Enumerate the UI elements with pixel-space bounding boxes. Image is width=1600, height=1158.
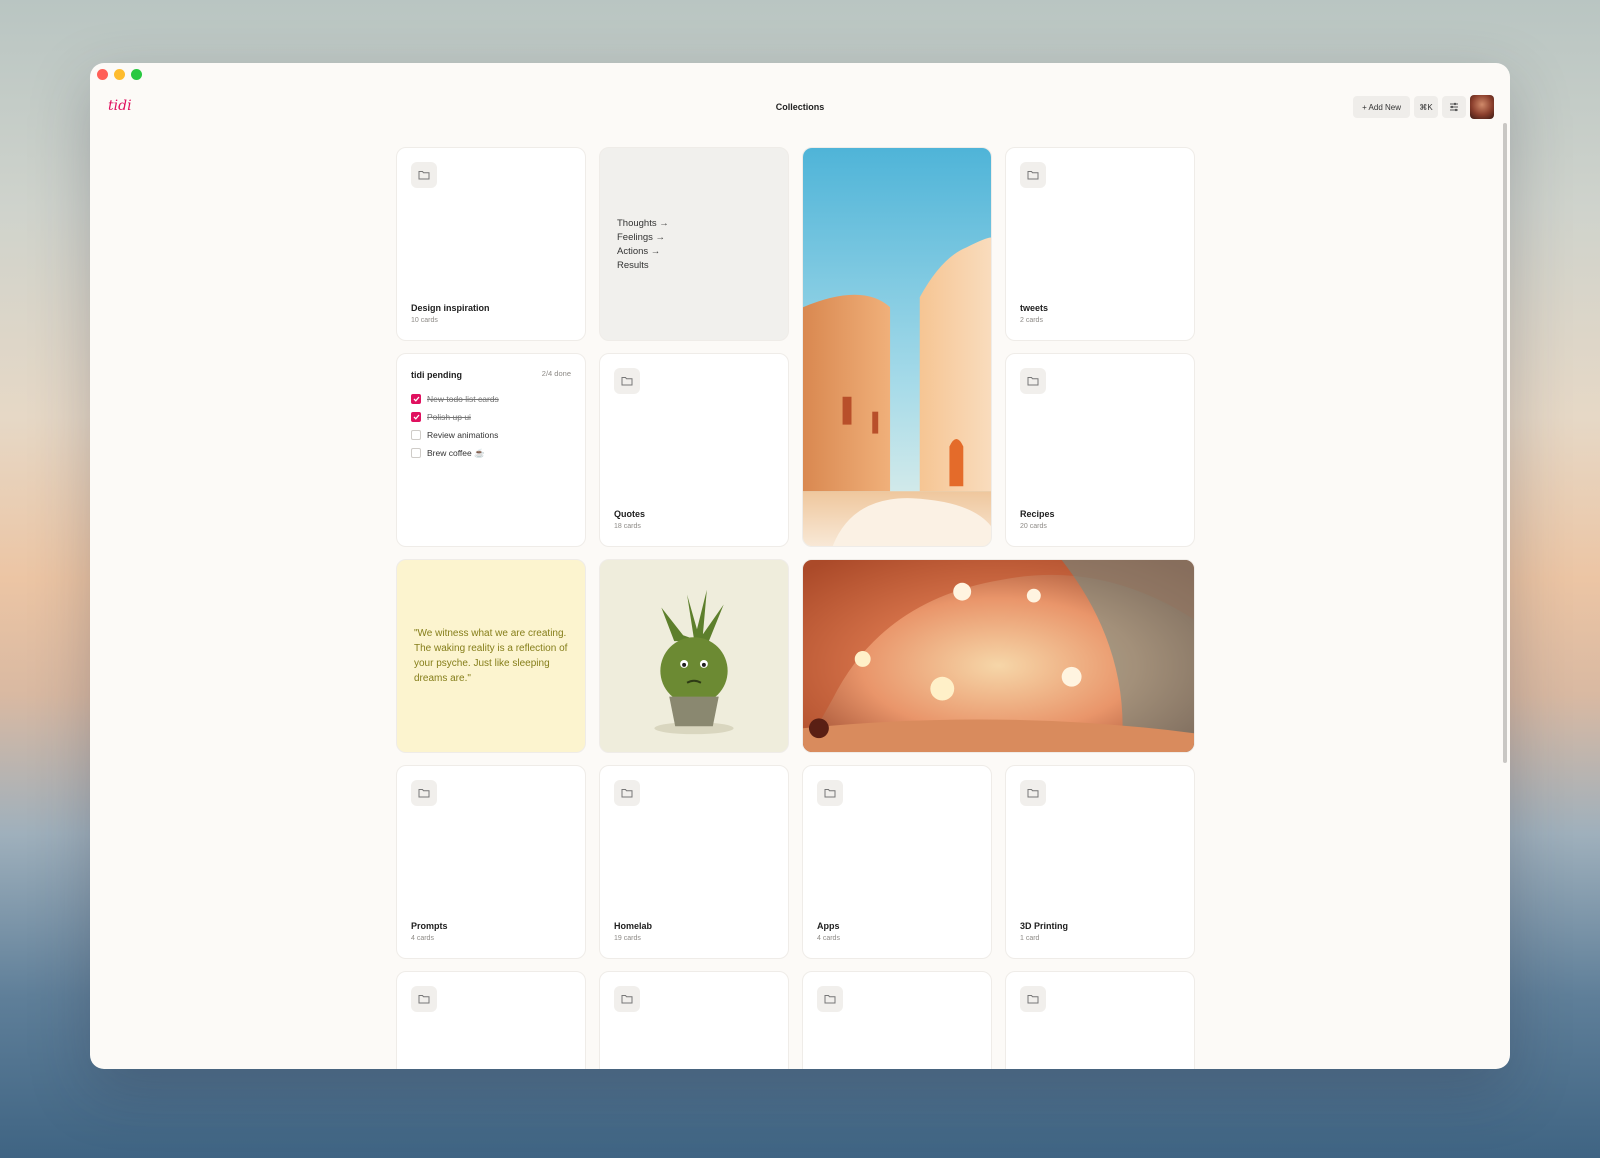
collection-count: 19 cards xyxy=(614,935,641,942)
window-controls xyxy=(97,69,142,80)
check-icon xyxy=(413,414,419,420)
collection-title: Recipes xyxy=(1020,509,1055,519)
folder-icon xyxy=(1020,368,1046,394)
todo-progress: 2/4 done xyxy=(541,369,571,378)
user-avatar[interactable] xyxy=(1470,95,1494,119)
folder-icon xyxy=(614,986,640,1012)
collection-title: 3D Printing xyxy=(1020,921,1069,931)
plant-character-image xyxy=(600,560,788,752)
todo-item[interactable]: Brew coffee ☕ xyxy=(411,444,499,462)
collection-card[interactable] xyxy=(599,971,789,1069)
folder-icon xyxy=(614,780,640,806)
dome-interior-image xyxy=(803,560,1194,752)
folder-icon xyxy=(411,986,437,1012)
minimize-window-button[interactable] xyxy=(114,69,125,80)
collection-count: 10 cards xyxy=(411,317,438,324)
collection-card-design-inspiration[interactable]: Design inspiration 10 cards xyxy=(396,147,586,341)
todo-title: tidi pending xyxy=(411,370,462,380)
folder-icon xyxy=(411,162,437,188)
folder-icon xyxy=(411,780,437,806)
close-window-button[interactable] xyxy=(97,69,108,80)
check-icon xyxy=(413,396,419,402)
collection-card[interactable] xyxy=(802,971,992,1069)
collection-card-apps[interactable]: Apps 4 cards xyxy=(802,765,992,959)
collection-count: 20 cards xyxy=(1020,523,1047,530)
quote-card[interactable]: "We witness what we are creating. The wa… xyxy=(396,559,586,753)
collection-card-3d-printing[interactable]: 3D Printing 1 card xyxy=(1005,765,1195,959)
app-window: tidi Collections + Add New ⌘K Design ins… xyxy=(90,63,1510,1069)
note-line: Results xyxy=(617,260,649,271)
todo-label: Polish up ui xyxy=(427,412,471,422)
collection-card-recipes[interactable]: Recipes 20 cards xyxy=(1005,353,1195,547)
checkbox-checked[interactable] xyxy=(411,394,421,404)
note-line: Feelings → xyxy=(617,232,666,243)
todo-item[interactable]: Review animations xyxy=(411,426,499,444)
folder-icon xyxy=(1020,780,1046,806)
sliders-icon xyxy=(1450,102,1458,112)
collection-count: 2 cards xyxy=(1020,317,1043,324)
todo-item[interactable]: Polish up ui xyxy=(411,408,499,426)
collection-count: 18 cards xyxy=(614,523,641,530)
collection-title: Apps xyxy=(817,921,840,931)
collection-card[interactable] xyxy=(396,971,586,1069)
collection-title: Design inspiration xyxy=(411,303,490,313)
collection-card-tweets[interactable]: tweets 2 cards xyxy=(1005,147,1195,341)
add-new-button[interactable]: + Add New xyxy=(1353,96,1410,118)
collection-card[interactable] xyxy=(1005,971,1195,1069)
collection-title: tweets xyxy=(1020,303,1049,313)
todo-label: Brew coffee ☕ xyxy=(427,447,485,458)
collection-card-quotes[interactable]: Quotes 18 cards xyxy=(599,353,789,547)
collection-card-homelab[interactable]: Homelab 19 cards xyxy=(599,765,789,959)
command-menu-button[interactable]: ⌘K xyxy=(1414,96,1438,118)
collections-grid: Design inspiration 10 cards Thoughts → F… xyxy=(396,147,1195,1069)
collection-count: 4 cards xyxy=(817,935,840,942)
checkbox-unchecked[interactable] xyxy=(411,448,421,458)
todo-card[interactable]: tidi pending 2/4 done New todo list card… xyxy=(396,353,586,547)
maximize-window-button[interactable] xyxy=(131,69,142,80)
todo-item[interactable]: New todo list cards xyxy=(411,390,499,408)
toolbar: + Add New ⌘K xyxy=(1353,95,1494,119)
image-card-plant-character[interactable] xyxy=(599,559,789,753)
collection-count: 4 cards xyxy=(411,935,434,942)
page-title: Collections xyxy=(775,102,825,112)
collection-title: Quotes xyxy=(614,509,646,519)
folder-icon xyxy=(1020,162,1046,188)
image-card-architecture[interactable] xyxy=(802,147,992,547)
folder-icon xyxy=(1020,986,1046,1012)
folder-icon xyxy=(817,986,843,1012)
image-card-dome-interior[interactable] xyxy=(802,559,1195,753)
collection-count: 1 card xyxy=(1020,935,1040,942)
quote-text: "We witness what we are creating. The wa… xyxy=(414,628,568,684)
collection-card-prompts[interactable]: Prompts 4 cards xyxy=(396,765,586,959)
folder-icon xyxy=(817,780,843,806)
collection-title: Homelab xyxy=(614,921,653,931)
note-text: Thoughts → Feelings → Actions → Results xyxy=(617,217,669,273)
note-line: Thoughts → xyxy=(617,218,669,229)
checkbox-checked[interactable] xyxy=(411,412,421,422)
filter-button[interactable] xyxy=(1442,96,1466,118)
note-card[interactable]: Thoughts → Feelings → Actions → Results xyxy=(599,147,789,341)
checkbox-unchecked[interactable] xyxy=(411,430,421,440)
architecture-image xyxy=(803,148,991,546)
todo-label: Review animations xyxy=(427,430,499,440)
scrollbar[interactable] xyxy=(1503,123,1507,763)
todo-label: New todo list cards xyxy=(427,394,499,404)
todo-list: New todo list cards Polish up ui Review … xyxy=(411,390,499,462)
note-line: Actions → xyxy=(617,246,661,257)
collection-title: Prompts xyxy=(411,921,448,931)
folder-icon xyxy=(614,368,640,394)
